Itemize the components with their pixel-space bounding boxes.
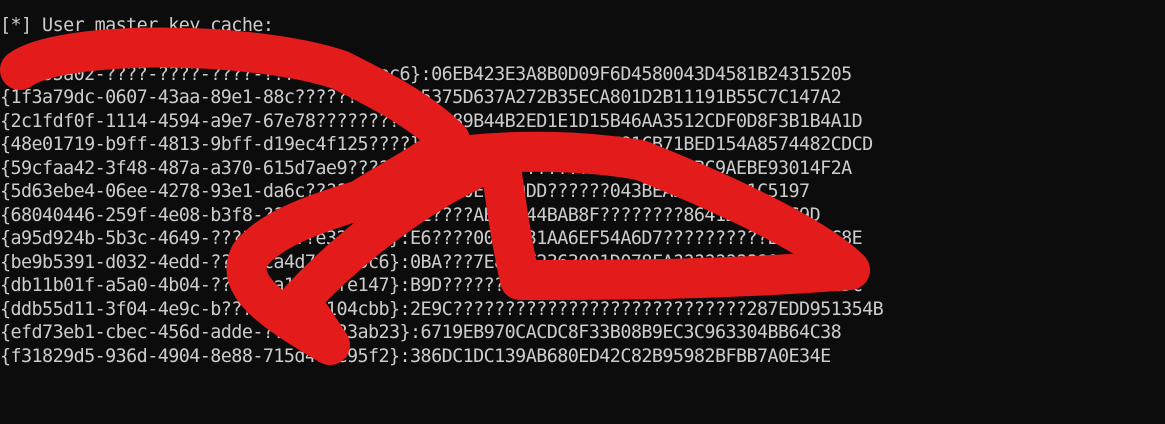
key-cache-line: {48e01719-b9ff-4813-9bff-d19ec4f125????}… xyxy=(0,133,873,155)
key-cache-line: {68040446-259f-4e08-b3f8-????????430f7}:… xyxy=(0,203,821,226)
key-cache-line: {2c1fdf0f-1114-4594-a9e7-67e78??????????… xyxy=(0,109,863,132)
key-cache-line: {efd73eb1-cbec-456d-adde-??????523ab23}:… xyxy=(0,321,842,343)
key-cache-line: {9bb35a02-????-????-????-????????555ec6}… xyxy=(0,62,852,85)
key-cache-line: {f31829d5-936d-4904-8e88-715d474e95f2}:3… xyxy=(0,344,831,367)
key-cache-line: {be9b5391-d032-4edd-????-ca4d750a95c6}:0… xyxy=(0,250,852,273)
terminal-output: [*] User master key cache: {9bb35a02-???… xyxy=(0,14,1165,368)
header-line: [*] User master key cache: xyxy=(0,14,274,36)
key-cache-line: {ddb55d11-3f04-4e9c-b???-??8639104cbb}:2… xyxy=(0,297,884,320)
key-cache-line: {db11b01f-a5a0-4b04-????-ba1c161fe147}:B… xyxy=(0,274,863,296)
key-cache-line: {5d63ebe4-06ee-4278-93e1-da6c????????2}:… xyxy=(0,180,810,202)
key-cache-line: {1f3a79dc-0607-43aa-89e1-88c???????407}:… xyxy=(0,86,842,108)
key-cache-line: {a95d924b-5b3c-4649-??????????e32756e}:E… xyxy=(0,227,863,249)
terminal-window[interactable]: [*] User master key cache: {9bb35a02-???… xyxy=(0,0,1165,424)
key-cache-line: {59cfaa42-3f48-487a-a370-615d7ae9??????}… xyxy=(0,156,852,179)
